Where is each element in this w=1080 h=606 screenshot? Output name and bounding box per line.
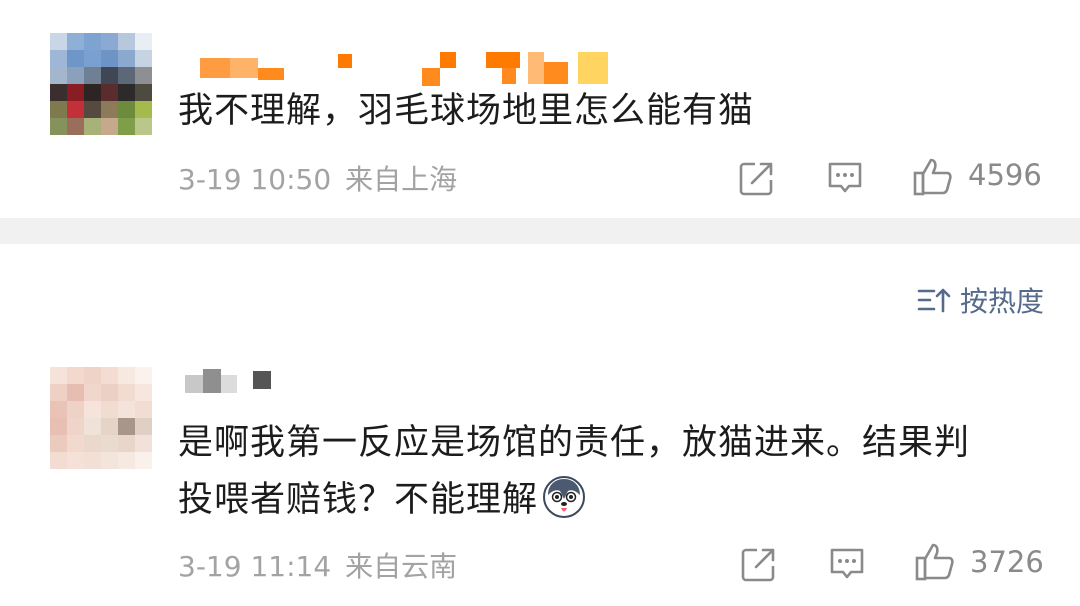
comment-time: 3-19 10:50 bbox=[178, 163, 332, 196]
comment-icon[interactable] bbox=[828, 545, 866, 583]
repost-icon[interactable] bbox=[738, 159, 776, 197]
like-count: 4596 bbox=[968, 158, 1042, 192]
repost-icon[interactable] bbox=[740, 545, 778, 583]
husky-emoji bbox=[542, 475, 586, 519]
comment-meta: 3-19 10:50 来自上海 bbox=[178, 158, 457, 198]
sort-label: 按热度 bbox=[959, 285, 1044, 318]
comment-list: 我不理解，羽毛球场地里怎么能有猫 3-19 10:50 来自上海 4596 按热度 bbox=[0, 0, 1080, 606]
comment-time: 3-19 11:14 bbox=[178, 550, 332, 583]
comment-icon[interactable] bbox=[826, 159, 864, 197]
like-icon[interactable] bbox=[914, 541, 956, 583]
comment-meta: 3-19 11:14 来自云南 bbox=[178, 545, 457, 585]
username-redacted[interactable] bbox=[185, 369, 275, 409]
comment-text: 是啊我第一反应是场馆的责任，放猫进来。结果判 投喂者赔钱？不能理解 bbox=[178, 415, 970, 529]
comment-text-line-2: 投喂者赔钱？不能理解 bbox=[178, 480, 539, 520]
comment-item: 我不理解，羽毛球场地里怎么能有猫 3-19 10:50 来自上海 4596 bbox=[0, 0, 1080, 218]
comment-item: 是啊我第一反应是场馆的责任，放猫进来。结果判 投喂者赔钱？不能理解 3-19 1… bbox=[0, 345, 1080, 606]
comment-location: 来自云南 bbox=[345, 550, 458, 583]
avatar[interactable] bbox=[50, 367, 152, 469]
comment-text-line: 投喂者赔钱？不能理解 bbox=[178, 472, 970, 529]
avatar[interactable] bbox=[50, 33, 152, 135]
divider bbox=[0, 218, 1080, 244]
like-count: 3726 bbox=[970, 545, 1044, 579]
like-icon[interactable] bbox=[912, 156, 954, 198]
comment-text-line: 是啊我第一反应是场馆的责任，放猫进来。结果判 bbox=[178, 423, 971, 463]
sort-toggle[interactable]: 按热度 bbox=[916, 280, 1044, 320]
username-redacted[interactable] bbox=[200, 48, 640, 88]
comment-location: 来自上海 bbox=[345, 163, 458, 196]
comment-text: 我不理解，羽毛球场地里怎么能有猫 bbox=[178, 91, 755, 131]
sort-icon bbox=[916, 285, 952, 315]
